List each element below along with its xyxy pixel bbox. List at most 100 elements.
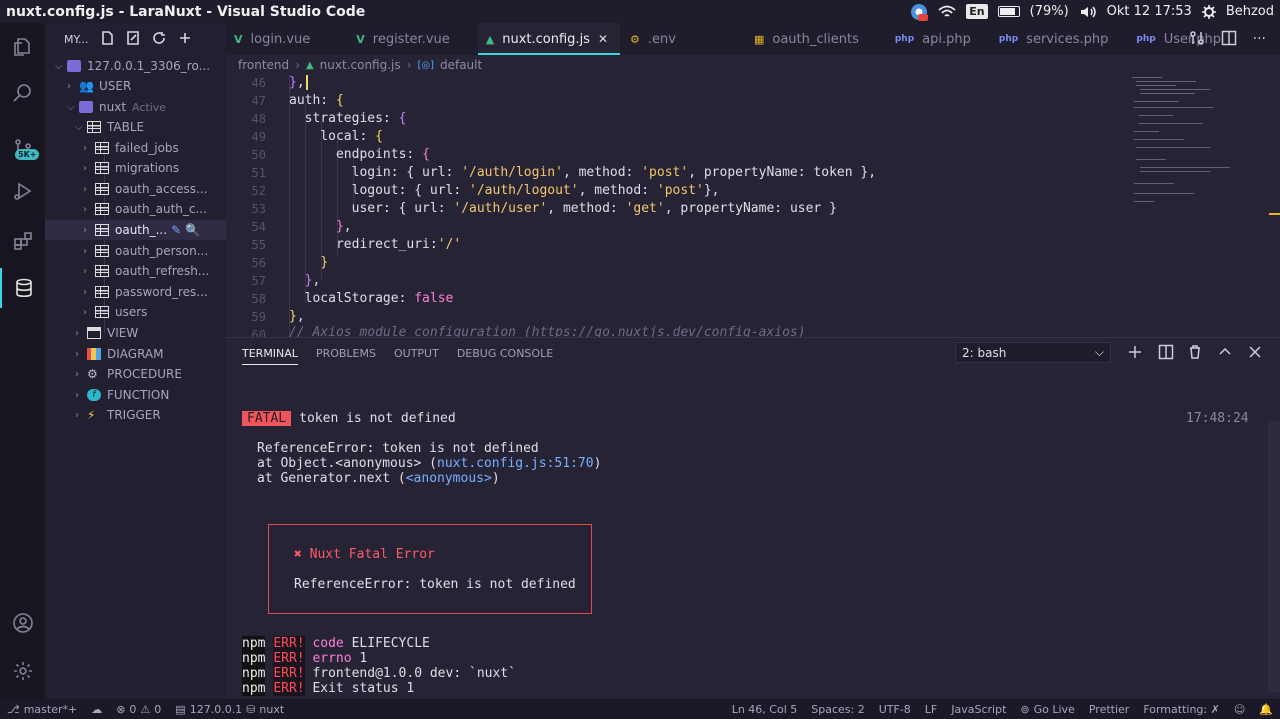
tree-table-item[interactable]: › users [45, 302, 226, 322]
battery-percent: (79%) [1029, 4, 1069, 19]
database-explorer-sidebar: MY... ⌵ 127.0.0.1_3306_ro... › 👥 USER ⌵ … [45, 23, 226, 699]
database-icon[interactable] [0, 268, 45, 308]
tree-table-item-selected[interactable]: › oauth_... ✎ 🔍 [45, 220, 226, 240]
breadcrumb-file[interactable]: nuxt.config.js [320, 58, 401, 72]
tab-env[interactable]: ⚙ .env [622, 23, 688, 55]
os-top-bar: nuxt.config.js - LaraNuxt - Visual Studi… [0, 0, 1280, 23]
table-icon [95, 265, 109, 277]
search-icon[interactable] [0, 73, 45, 113]
tree-table-item[interactable]: › oauth_auth_c... [45, 199, 226, 219]
line-number: 53 [251, 202, 266, 216]
php-icon: php [998, 34, 1019, 44]
db-connection-status[interactable]: ▤ 127.0.0.1 ⛁ nuxt [168, 703, 291, 716]
edit-table-icon[interactable]: ✎ [171, 223, 181, 237]
table-icon [95, 224, 109, 236]
tab-debug-console[interactable]: DEBUG CONSOLE [457, 338, 553, 368]
line-number: 54 [251, 220, 266, 234]
indentation[interactable]: Spaces: 2 [804, 703, 871, 716]
tree-table-item[interactable]: › oauth_person... [45, 241, 226, 261]
terminal-scrollbar[interactable] [1268, 422, 1280, 692]
npm-err-line: npm ERR! Exit status 1 [242, 681, 415, 696]
stack-link[interactable]: nuxt.config.js:51:70 [437, 456, 594, 471]
branch-status[interactable]: ⎇ master*+ [0, 703, 84, 716]
tree-user-group[interactable]: › 👥 USER [45, 76, 226, 96]
tree-table-item[interactable]: › oauth_access... [45, 179, 226, 199]
wifi-icon[interactable] [938, 5, 956, 19]
feedback-icon[interactable]: ☺ [1227, 703, 1252, 716]
lightning-icon: ⚡ [87, 408, 96, 422]
explorer-icon[interactable] [0, 27, 45, 67]
search-table-icon[interactable]: 🔍 [185, 223, 200, 237]
tab-login-vue[interactable]: V login.vue [226, 23, 322, 55]
tree-connection[interactable]: ⌵ 127.0.0.1_3306_ro... [45, 56, 226, 76]
close-icon[interactable]: ✕ [598, 32, 608, 46]
tree-table-group[interactable]: ⌵ TABLE [45, 117, 226, 137]
tree-function-group[interactable]: › f FUNCTION [45, 385, 226, 405]
volume-icon[interactable] [1079, 5, 1097, 19]
split-editor-icon[interactable] [1221, 30, 1237, 49]
minimap[interactable] [1132, 75, 1242, 215]
go-live-button[interactable]: ⊚ Go Live [1013, 703, 1081, 716]
run-debug-icon[interactable] [0, 171, 45, 211]
extensions-icon[interactable] [0, 221, 45, 261]
language-mode[interactable]: JavaScript [944, 703, 1013, 716]
terminal-select[interactable]: 2: bash ⌵ [955, 342, 1111, 363]
editor-tabs: V login.vue V register.vue ▲ nuxt.config… [226, 23, 1280, 55]
tree-view-group[interactable]: › VIEW [45, 323, 226, 343]
tab-oauth-clients[interactable]: ▦ oauth_clients [746, 23, 871, 55]
split-terminal-icon[interactable] [1158, 344, 1174, 363]
tree-table-item[interactable]: › oauth_refresh... [45, 261, 226, 281]
warning-icon: ⚠ [140, 702, 151, 716]
close-panel-icon[interactable] [1247, 344, 1263, 363]
new-file-icon[interactable] [100, 31, 114, 48]
tree-table-item[interactable]: › failed_jobs [45, 138, 226, 158]
tree-procedure-group[interactable]: › ⚙ PROCEDURE [45, 364, 226, 384]
trash-icon[interactable] [1187, 344, 1203, 363]
power-settings-icon[interactable] [1201, 4, 1216, 19]
breadcrumb-folder[interactable]: frontend [238, 58, 289, 72]
clock[interactable]: Okt 12 17:53 [1107, 4, 1192, 19]
line-ending[interactable]: LF [918, 703, 944, 716]
refresh-icon[interactable] [152, 31, 166, 48]
maximize-panel-icon[interactable] [1217, 344, 1233, 363]
new-terminal-icon[interactable] [1127, 344, 1143, 363]
tree-trigger-group[interactable]: › ⚡ TRIGGER [45, 405, 226, 425]
breadcrumb-symbol[interactable]: default [440, 58, 482, 72]
chevron-right-icon: › [83, 245, 87, 257]
tree-database-nuxt[interactable]: ⌵ nuxt Active [45, 97, 226, 117]
edit-icon[interactable] [126, 31, 140, 48]
tab-api-php[interactable]: php api.php [887, 23, 983, 55]
language-indicator[interactable]: En [966, 4, 988, 19]
table-icon: ▦ [753, 32, 765, 46]
user-name[interactable]: Behzod [1226, 4, 1274, 19]
account-icon[interactable] [0, 603, 45, 643]
encoding[interactable]: UTF-8 [872, 703, 918, 716]
cursor-position[interactable]: Ln 46, Col 5 [725, 703, 805, 716]
sync-icon[interactable]: ☁ [84, 703, 109, 716]
tab-terminal[interactable]: TERMINAL [242, 338, 298, 368]
bell-icon[interactable]: 🔔 [1252, 703, 1280, 716]
source-control-icon[interactable]: 5K+ [0, 129, 45, 169]
prettier-status[interactable]: Prettier [1082, 703, 1136, 716]
tab-problems[interactable]: PROBLEMS [316, 338, 376, 368]
tab-services-php[interactable]: php services.php [991, 23, 1121, 55]
problems-status[interactable]: ⊗ 0 ⚠ 0 [109, 703, 168, 716]
compare-icon[interactable] [1189, 30, 1205, 49]
npm-err-line: npm ERR! code ELIFECYCLE [242, 636, 430, 651]
tree-table-item[interactable]: › password_res... [45, 282, 226, 302]
code-line: redirect_uri:'/' [289, 237, 462, 252]
tab-output[interactable]: OUTPUT [394, 338, 439, 368]
line-number: 59 [251, 310, 266, 324]
chrome-icon[interactable] [910, 3, 929, 21]
chevron-right-icon: › [295, 58, 300, 72]
tab-register-vue[interactable]: V register.vue [348, 23, 462, 55]
tree-table-item[interactable]: › migrations [45, 158, 226, 178]
code-editor[interactable]: 46 47 48 49 50 51 52 53 54 55 56 57 58 5… [226, 75, 1280, 337]
add-icon[interactable] [178, 31, 192, 48]
more-actions-icon[interactable]: ··· [1253, 31, 1266, 47]
settings-icon[interactable] [0, 651, 45, 691]
battery-icon[interactable] [997, 6, 1020, 17]
tree-diagram-group[interactable]: › DIAGRAM [45, 344, 226, 364]
tab-nuxt-config[interactable]: ▲ nuxt.config.js ✕ [477, 23, 621, 55]
formatting-status[interactable]: Formatting: ✗ [1136, 703, 1227, 716]
